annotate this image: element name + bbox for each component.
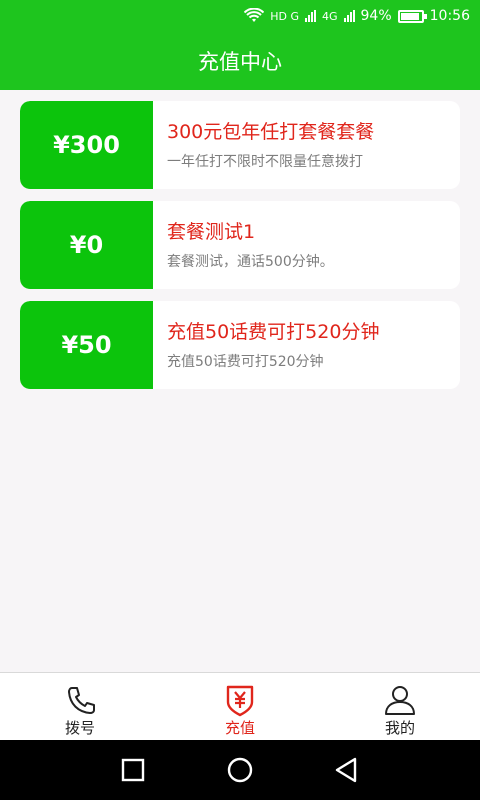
signal-icon-2	[343, 10, 355, 22]
bottom-nav: 拨号 充值 我的	[0, 672, 480, 740]
package-card[interactable]: ¥50 充值50话费可打520分钟 充值50话费可打520分钟	[20, 301, 460, 389]
package-card[interactable]: ¥0 套餐测试1 套餐测试，通话500分钟。	[20, 201, 460, 289]
nav-label-recharge: 充值	[224, 719, 255, 737]
package-title: 300元包年任打套餐套餐	[167, 121, 375, 143]
app-bar: 充值中心	[0, 32, 480, 90]
nav-item-recharge[interactable]: 充值	[160, 673, 320, 740]
package-price: ¥50	[20, 301, 153, 389]
battery-percent: 94%	[360, 8, 392, 24]
user-icon	[385, 686, 415, 715]
nav-label-mine: 我的	[384, 719, 415, 737]
page-title: 充值中心	[198, 50, 282, 74]
package-card[interactable]: ¥300 300元包年任打套餐套餐 一年任打不限时不限量任意拨打	[20, 101, 460, 189]
home-icon[interactable]	[226, 756, 254, 784]
system-navigation-bar	[0, 740, 480, 800]
package-title: 套餐测试1	[167, 221, 256, 243]
clock: 10:56	[429, 8, 470, 24]
nav-item-dial[interactable]: 拨号	[0, 673, 160, 740]
package-description: 充值50话费可打520分钟	[167, 354, 324, 370]
package-description: 一年任打不限时不限量任意拨打	[167, 154, 363, 170]
nav-label-dial: 拨号	[64, 719, 95, 737]
recent-apps-icon[interactable]	[119, 756, 147, 784]
yuan-shield-icon	[226, 685, 254, 717]
package-price: ¥0	[20, 201, 153, 289]
phone-icon	[68, 687, 95, 714]
package-list: ¥300 300元包年任打套餐套餐 一年任打不限时不限量任意拨打 ¥0 套餐测试…	[20, 101, 460, 401]
wifi-icon	[244, 8, 265, 22]
package-price: ¥300	[20, 101, 153, 189]
nav-item-mine[interactable]: 我的	[320, 673, 480, 740]
back-icon[interactable]	[333, 756, 361, 784]
network-label-2: 4G	[321, 9, 338, 23]
package-title: 充值50话费可打520分钟	[167, 321, 380, 343]
network-label-1: HD G	[270, 9, 299, 23]
signal-icon-1	[304, 10, 316, 22]
battery-icon	[397, 9, 427, 23]
status-bar: HD G 4G 94% 10:56	[0, 0, 480, 32]
package-description: 套餐测试，通话500分钟。	[167, 254, 334, 270]
